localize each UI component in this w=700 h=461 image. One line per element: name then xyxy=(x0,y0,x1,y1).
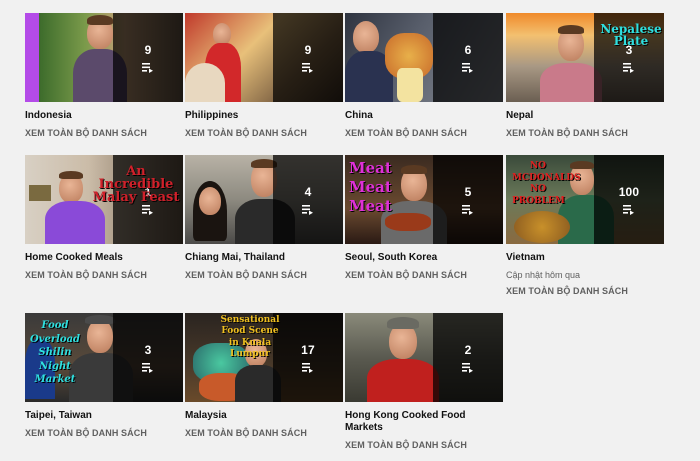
playlist-thumbnail[interactable]: 17 Sensational Food Scene in Kuala Lumpu… xyxy=(185,313,343,402)
playlist-card-chiang-mai: 4 Chiang Mai, Thailand XEM TOÀN BỘ DANH … xyxy=(185,155,343,280)
playlist-play-icon xyxy=(462,204,473,215)
playlist-card-home-cooked-meals: 1 An Incredible Malay Feast Home Cooked … xyxy=(25,155,183,280)
playlist-title[interactable]: Indonesia xyxy=(25,110,183,122)
video-count: 9 xyxy=(144,42,152,57)
playlist-play-icon xyxy=(302,62,313,73)
video-count: 17 xyxy=(301,342,315,357)
view-full-playlist-link[interactable]: XEM TOÀN BỘ DANH SÁCH xyxy=(506,286,664,296)
view-full-playlist-link[interactable]: XEM TOÀN BỘ DANH SÁCH xyxy=(185,128,343,138)
playlist-count-overlay: 5 xyxy=(433,155,503,244)
playlist-thumbnail[interactable]: 3 Food Overload Shilin Night Market xyxy=(25,313,183,402)
playlist-card-malaysia: 17 Sensational Food Scene in Kuala Lumpu… xyxy=(185,313,343,438)
view-full-playlist-link[interactable]: XEM TOÀN BỘ DANH SÁCH xyxy=(185,428,343,438)
playlist-play-icon xyxy=(142,62,153,73)
playlist-thumbnail[interactable]: 100 NO MCDONALDS NO PROBLEM xyxy=(506,155,664,244)
playlist-title[interactable]: Vietnam xyxy=(506,252,664,264)
playlist-title[interactable]: Malaysia xyxy=(185,410,343,422)
playlist-title[interactable]: Seoul, South Korea xyxy=(345,252,503,264)
video-count: 9 xyxy=(304,42,312,57)
playlist-play-icon xyxy=(462,62,473,73)
playlist-count-overlay: 9 xyxy=(113,13,183,102)
playlist-thumbnail[interactable]: 1 An Incredible Malay Feast xyxy=(25,155,183,244)
view-full-playlist-link[interactable]: XEM TOÀN BỘ DANH SÁCH xyxy=(345,270,503,280)
playlist-title[interactable]: China xyxy=(345,110,503,122)
playlist-thumbnail[interactable]: 3 Nepalese Plate xyxy=(506,13,664,102)
thumbnail-overlay-text: Meat Meat Meat xyxy=(349,159,392,215)
view-full-playlist-link[interactable]: XEM TOÀN BỘ DANH SÁCH xyxy=(345,128,503,138)
playlist-count-overlay: 2 xyxy=(433,313,503,402)
playlist-play-icon xyxy=(623,204,634,215)
playlist-play-icon xyxy=(302,204,313,215)
thumbnail-overlay-text: Nepalese Plate xyxy=(600,22,662,48)
playlist-card-seoul: 5 Meat Meat Meat Seoul, South Korea XEM … xyxy=(345,155,503,280)
playlist-thumbnail[interactable]: 6 xyxy=(345,13,503,102)
view-full-playlist-link[interactable]: XEM TOÀN BỘ DANH SÁCH xyxy=(506,128,664,138)
video-count: 6 xyxy=(464,42,472,57)
playlist-title[interactable]: Chiang Mai, Thailand xyxy=(185,252,343,264)
thumbnail-overlay-text: Food Overload Shilin Night Market xyxy=(29,320,81,385)
playlist-count-overlay: 3 xyxy=(113,313,183,402)
playlist-play-icon xyxy=(142,204,153,215)
playlist-title[interactable]: Nepal xyxy=(506,110,664,122)
view-full-playlist-link[interactable]: XEM TOÀN BỘ DANH SÁCH xyxy=(185,270,343,280)
playlist-thumbnail[interactable]: 2 xyxy=(345,313,503,402)
playlist-count-overlay: 100 xyxy=(594,155,664,244)
playlist-card-nepal: 3 Nepalese Plate Nepal XEM TOÀN BỘ DANH … xyxy=(506,13,664,138)
thumbnail-overlay-text: An Incredible Malay Feast xyxy=(92,164,180,205)
playlist-title[interactable]: Hong Kong Cooked Food Markets xyxy=(345,410,503,434)
thumbnail-overlay-text: NO MCDONALDS NO PROBLEM xyxy=(512,161,581,207)
playlist-play-icon xyxy=(462,362,473,373)
view-full-playlist-link[interactable]: XEM TOÀN BỘ DANH SÁCH xyxy=(345,440,503,450)
playlist-thumbnail[interactable]: 9 xyxy=(25,13,183,102)
playlist-title[interactable]: Home Cooked Meals xyxy=(25,252,183,264)
video-count: 3 xyxy=(144,342,152,357)
playlist-thumbnail[interactable]: 5 Meat Meat Meat xyxy=(345,155,503,244)
view-full-playlist-link[interactable]: XEM TOÀN BỘ DANH SÁCH xyxy=(25,270,183,280)
view-full-playlist-link[interactable]: XEM TOÀN BỘ DANH SÁCH xyxy=(25,128,183,138)
playlist-thumbnail[interactable]: 9 xyxy=(185,13,343,102)
playlist-card-china: 6 China XEM TOÀN BỘ DANH SÁCH xyxy=(345,13,503,138)
updated-text: Cập nhật hôm qua xyxy=(506,270,581,280)
playlist-count-overlay: 9 xyxy=(273,13,343,102)
playlist-card-indonesia: 9 Indonesia XEM TOÀN BỘ DANH SÁCH xyxy=(25,13,183,138)
thumbnail-overlay-text: Sensational Food Scene in Kuala Lumpur xyxy=(220,315,280,359)
playlist-card-philippines: 9 Philippines XEM TOÀN BỘ DANH SÁCH xyxy=(185,13,343,138)
video-count: 2 xyxy=(464,342,472,357)
video-count: 5 xyxy=(464,184,472,199)
view-full-playlist-link[interactable]: XEM TOÀN BỘ DANH SÁCH xyxy=(25,428,183,438)
playlist-count-overlay: 17 xyxy=(273,313,343,402)
playlist-card-taipei: 3 Food Overload Shilin Night Market Taip… xyxy=(25,313,183,438)
playlist-title[interactable]: Philippines xyxy=(185,110,343,122)
playlist-card-hong-kong: 2 Hong Kong Cooked Food Markets XEM TOÀN… xyxy=(345,313,503,450)
playlist-title[interactable]: Taipei, Taiwan xyxy=(25,410,183,422)
video-count: 4 xyxy=(304,184,312,199)
video-count: 100 xyxy=(618,184,640,199)
playlist-play-icon xyxy=(623,62,634,73)
playlist-play-icon xyxy=(142,362,153,373)
playlist-count-overlay: 6 xyxy=(433,13,503,102)
playlist-thumbnail[interactable]: 4 xyxy=(185,155,343,244)
playlist-play-icon xyxy=(302,362,313,373)
playlist-count-overlay: 4 xyxy=(273,155,343,244)
playlist-card-vietnam: 100 NO MCDONALDS NO PROBLEM Vietnam Cập … xyxy=(506,155,664,296)
